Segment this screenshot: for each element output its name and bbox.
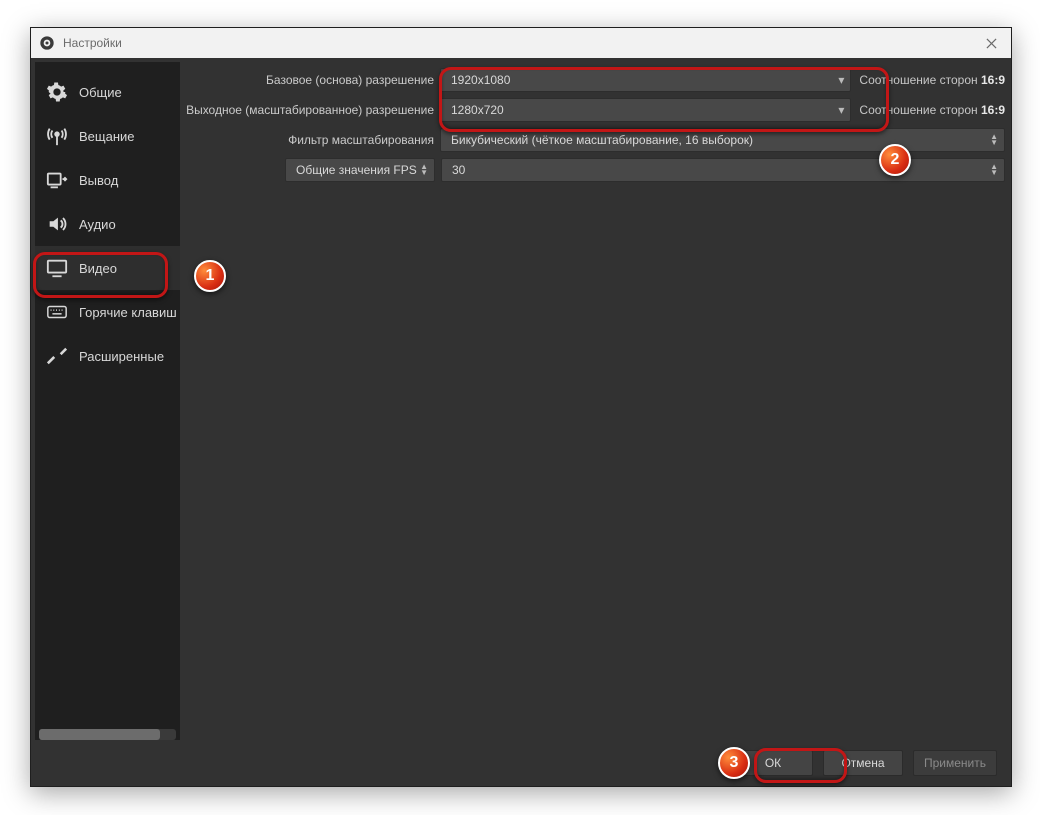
base-resolution-combo[interactable]: 1920x1080 ▾ [440,68,851,92]
output-resolution-label: Выходное (масштабированное) разрешение [180,103,440,117]
sidebar-item-label: Вещание [79,129,135,144]
fps-value-combo[interactable]: 30 ▲▼ [441,158,1005,182]
monitor-icon [45,257,69,279]
sidebar-item-stream[interactable]: Вещание [35,114,180,158]
sidebar-item-hotkeys[interactable]: Горячие клавиш [35,290,180,334]
settings-window: Настройки Общие Вещание [30,27,1012,787]
audio-icon [45,213,69,235]
sidebar-item-video[interactable]: Видео [35,246,180,290]
row-base-resolution: Базовое (основа) разрешение 1920x1080 ▾ … [180,66,1005,94]
fps-type-combo[interactable]: Общие значения FPS ▲▼ [285,158,435,182]
fps-value: 30 [452,163,465,177]
titlebar: Настройки [31,28,1011,58]
spinner-arrows-icon: ▲▼ [990,164,998,176]
output-resolution-value: 1280x720 [451,103,504,117]
gear-icon [45,81,69,103]
output-icon [45,169,69,191]
downscale-filter-value: Бикубический (чёткое масштабирование, 16… [451,133,753,147]
titlebar-left: Настройки [39,35,122,51]
spinner-arrows-icon: ▲▼ [420,164,428,176]
sidebar: Общие Вещание Вывод Аудио [35,62,180,740]
sidebar-hscrollbar[interactable] [39,729,176,740]
row-downscale-filter: Фильтр масштабирования Бикубический (чёт… [180,126,1005,154]
sidebar-item-label: Расширенные [79,349,164,364]
video-settings-panel: Базовое (основа) разрешение 1920x1080 ▾ … [180,58,1011,740]
chevron-down-icon: ▾ [838,103,844,117]
window-title: Настройки [63,36,122,50]
sidebar-hscrollbar-thumb[interactable] [39,729,160,740]
base-resolution-value: 1920x1080 [451,73,510,87]
cancel-button[interactable]: Отмена [823,750,903,776]
tools-icon [45,345,69,367]
chevron-down-icon: ▾ [838,73,844,87]
spinner-arrows-icon: ▲▼ [990,134,998,146]
dialog-footer: ОК Отмена Применить [31,740,1011,786]
output-resolution-combo[interactable]: 1280x720 ▾ [440,98,851,122]
downscale-filter-label: Фильтр масштабирования [180,133,440,147]
close-button[interactable] [981,33,1001,53]
obs-logo-icon [39,35,55,51]
row-output-resolution: Выходное (масштабированное) разрешение 1… [180,96,1005,124]
row-fps: Общие значения FPS ▲▼ 30 ▲▼ [180,156,1005,184]
apply-button[interactable]: Применить [913,750,997,776]
ok-button[interactable]: ОК [733,750,813,776]
content-area: Общие Вещание Вывод Аудио [31,58,1011,740]
sidebar-item-output[interactable]: Вывод [35,158,180,202]
sidebar-item-label: Аудио [79,217,116,232]
keyboard-icon [45,301,69,323]
output-resolution-aspect: Соотношение сторон 16:9 [859,103,1005,117]
base-resolution-aspect: Соотношение сторон 16:9 [859,73,1005,87]
base-resolution-label: Базовое (основа) разрешение [180,73,440,87]
downscale-filter-combo[interactable]: Бикубический (чёткое масштабирование, 16… [440,128,1005,152]
fps-type-value: Общие значения FPS [296,163,417,177]
broadcast-icon [45,125,69,147]
sidebar-item-audio[interactable]: Аудио [35,202,180,246]
sidebar-item-label: Вывод [79,173,118,188]
sidebar-item-label: Видео [79,261,117,276]
sidebar-item-general[interactable]: Общие [35,70,180,114]
sidebar-item-label: Горячие клавиш [79,305,177,320]
sidebar-item-advanced[interactable]: Расширенные [35,334,180,378]
sidebar-item-label: Общие [79,85,122,100]
